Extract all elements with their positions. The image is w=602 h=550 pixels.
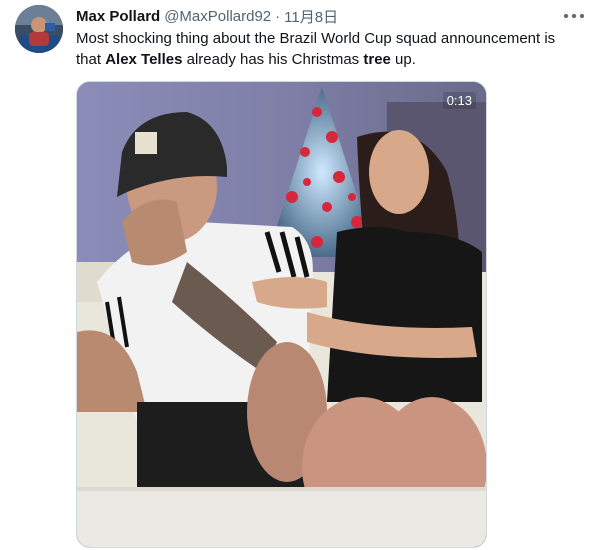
tweet-text-part: up.	[390, 51, 416, 68]
tweet-header: Max Pollard @MaxPollard92 · 11月8日	[76, 6, 338, 26]
more-horizontal-icon[interactable]	[564, 8, 584, 24]
video-duration: 0:13	[442, 92, 476, 109]
tweet: Max Pollard @MaxPollard92 · 11月8日 Most s…	[0, 0, 602, 550]
avatar[interactable]	[15, 5, 63, 53]
tweet-text-bold-tree: tree	[363, 51, 391, 68]
tweet-date[interactable]: 11月8日	[284, 6, 338, 27]
tweet-text-part: already has his Christmas	[182, 51, 364, 68]
separator-dot: ·	[275, 7, 281, 25]
avatar-image	[15, 5, 63, 53]
tweet-text: Most shocking thing about the Brazil Wor…	[76, 28, 576, 70]
video-thumbnail	[77, 82, 486, 547]
display-name[interactable]: Max Pollard	[76, 8, 160, 25]
tweet-text-bold-name: Alex Telles	[105, 51, 183, 68]
user-handle[interactable]: @MaxPollard92	[164, 8, 271, 25]
video-player[interactable]: 0:13	[76, 81, 487, 548]
